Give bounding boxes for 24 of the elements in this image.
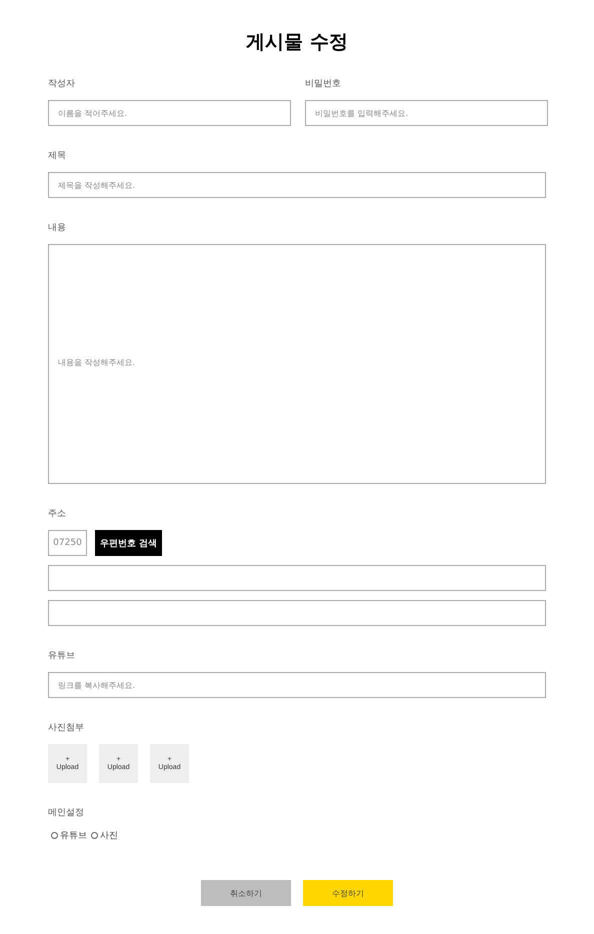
writer-input-field[interactable]: 이름을 적어주세요. (48, 100, 291, 126)
password-label: 비밀번호 (305, 78, 341, 90)
cancel-button[interactable]: 취소하기 (201, 880, 291, 906)
radio-icon[interactable] (91, 832, 98, 839)
writer-label: 작성자 (48, 78, 75, 90)
zipcode-search-button[interactable]: 우편번호 검색 (95, 530, 162, 556)
contents-label: 내용 (48, 222, 66, 234)
zipcode-input-field[interactable]: 07250 (48, 530, 87, 556)
radio-label[interactable]: 사진 (100, 829, 118, 842)
main-setting-label: 메인설정 (48, 807, 84, 819)
submit-button[interactable]: 수정하기 (303, 880, 393, 906)
youtube-input-field[interactable]: 링크를 복사해주세요. (48, 672, 546, 698)
address-label: 주소 (48, 508, 66, 520)
contents-textarea[interactable]: 내용을 작성해주세요. (48, 244, 546, 484)
password-input-field[interactable]: 비밀번호를 입력해주세요. (305, 100, 548, 126)
photos-label: 사진첨부 (48, 722, 84, 734)
youtube-label: 유튜브 (48, 650, 75, 662)
page-title: 게시물 수정 (245, 30, 349, 55)
address-detail-input-field[interactable] (48, 600, 546, 626)
subject-label: 제목 (48, 150, 66, 162)
address-input-field[interactable] (48, 565, 546, 591)
subject-input-field[interactable]: 제목을 작성해주세요. (48, 172, 546, 198)
radio-label[interactable]: 유튜브 (60, 829, 87, 842)
radio-icon[interactable] (51, 832, 58, 839)
